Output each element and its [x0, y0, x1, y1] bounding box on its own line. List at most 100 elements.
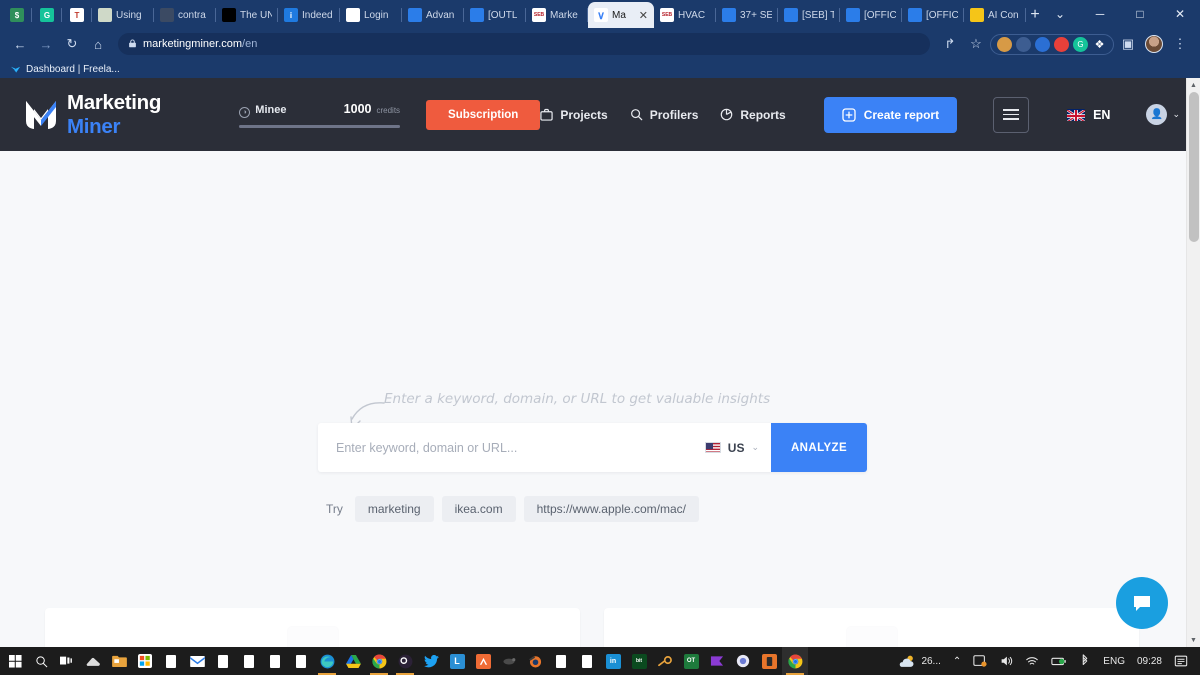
profile-avatar-icon[interactable]	[1142, 32, 1166, 56]
dark-app[interactable]	[496, 647, 522, 675]
search-input[interactable]	[318, 423, 693, 472]
browser-tab[interactable]: $	[2, 2, 32, 28]
edge-browser[interactable]	[314, 647, 340, 675]
try-chip-2[interactable]: https://www.apple.com/mac/	[523, 496, 699, 522]
reports-empty-card[interactable]: You have no reports yet	[45, 608, 580, 647]
browser-tab[interactable]: Using	[92, 2, 154, 28]
close-window-button[interactable]: ✕	[1160, 0, 1200, 28]
chat-widget-button[interactable]	[1116, 577, 1168, 629]
nav-item-projects[interactable]: Projects	[540, 108, 608, 122]
wifi-tray-icon[interactable]	[1019, 647, 1045, 675]
clock[interactable]: 09:28	[1131, 647, 1168, 675]
browser-tab[interactable]: The UN	[216, 2, 278, 28]
browser-tab[interactable]: i Indeed	[278, 2, 340, 28]
chrome-menu-icon[interactable]: ⋮	[1168, 32, 1192, 56]
new-tab-button[interactable]: +	[1030, 2, 1040, 28]
browser-tab[interactable]: [OUTL	[464, 2, 526, 28]
grammarly-extension-icon[interactable]: G	[1073, 36, 1088, 52]
credits-widget[interactable]: ◑ Minee 1000 credits	[239, 102, 401, 128]
browser-tab[interactable]: SEB HVAC	[654, 2, 716, 28]
file-explorer[interactable]	[106, 647, 132, 675]
try-chip-0[interactable]: marketing	[354, 496, 434, 522]
try-chip-1[interactable]: ikea.com	[441, 496, 516, 522]
country-selector[interactable]: US ⌄	[693, 441, 771, 455]
scrollbar-thumb[interactable]	[1189, 92, 1199, 242]
scroll-down-arrow-icon[interactable]: ▼	[1187, 633, 1200, 647]
purple-flag[interactable]	[704, 647, 730, 675]
obs-studio[interactable]	[392, 647, 418, 675]
pinned-eraser[interactable]	[80, 647, 106, 675]
forward-icon[interactable]: →	[34, 32, 58, 56]
browser-tab[interactable]: Login	[340, 2, 402, 28]
analyze-button[interactable]: ANALYZE	[771, 423, 867, 472]
tab-search-button[interactable]: ⌄	[1040, 0, 1080, 28]
linkedin[interactable]: in	[600, 647, 626, 675]
document-5[interactable]	[288, 647, 314, 675]
browser-tab[interactable]: T	[62, 2, 92, 28]
ahrefs[interactable]	[470, 647, 496, 675]
loom[interactable]: L	[444, 647, 470, 675]
projects-empty-card[interactable]: Create your first project	[604, 608, 1139, 647]
bluetooth-tray-icon[interactable]	[1073, 647, 1097, 675]
start-button[interactable]	[2, 647, 28, 675]
side-panel-icon[interactable]: ▣	[1116, 32, 1140, 56]
reload-icon[interactable]: ↻	[60, 32, 84, 56]
browser-tab[interactable]: Advan	[402, 2, 464, 28]
battery-tray-icon[interactable]	[1045, 647, 1073, 675]
maximize-button[interactable]: □	[1120, 0, 1160, 28]
hamburger-icon[interactable]	[993, 96, 1030, 133]
chrome-browser[interactable]	[366, 647, 392, 675]
search-taskbar[interactable]	[28, 647, 54, 675]
puzzle-extensions-icon[interactable]: ❖	[1092, 37, 1107, 52]
document-3[interactable]	[236, 647, 262, 675]
tray-overflow-button[interactable]: ⌃	[947, 647, 967, 675]
back-icon[interactable]: ←	[8, 32, 32, 56]
document-1[interactable]	[158, 647, 184, 675]
bookmark-item[interactable]: Dashboard | Freela...	[10, 64, 120, 75]
ot-app[interactable]: OT	[678, 647, 704, 675]
document-4[interactable]	[262, 647, 288, 675]
browser-tab[interactable]: AI Con	[964, 2, 1026, 28]
home-icon[interactable]: ⌂	[86, 32, 110, 56]
document-2[interactable]	[210, 647, 236, 675]
address-bar[interactable]: marketingminer.com/en	[118, 33, 930, 55]
language-indicator[interactable]: ENG	[1097, 647, 1131, 675]
site-logo[interactable]: Marketing Miner	[24, 91, 181, 139]
nav-item-reports[interactable]: Reports	[720, 108, 786, 122]
browser-tab[interactable]: [OFFIC	[840, 2, 902, 28]
bitwarden[interactable]: bit	[626, 647, 652, 675]
document-7[interactable]	[574, 647, 600, 675]
browser-tab[interactable]: [OFFIC	[902, 2, 964, 28]
onedrive-tray-icon[interactable]	[967, 647, 993, 675]
bookmark-star-icon[interactable]: ☆	[964, 32, 988, 56]
google-drive[interactable]	[340, 647, 366, 675]
cookie-extension-icon[interactable]	[997, 36, 1012, 52]
avast-extension-icon[interactable]	[1054, 36, 1069, 52]
orange-app[interactable]	[756, 647, 782, 675]
weather-widget[interactable]: 26...	[892, 654, 946, 669]
browser-tab[interactable]: G	[32, 2, 62, 28]
language-switcher[interactable]: EN	[1067, 108, 1110, 122]
document-6[interactable]	[548, 647, 574, 675]
store[interactable]	[132, 647, 158, 675]
create-report-button[interactable]: Create report	[823, 96, 958, 133]
mail[interactable]	[184, 647, 210, 675]
browser-tab[interactable]: contra	[154, 2, 216, 28]
browser-tab[interactable]: ∨ Ma ✕	[588, 2, 654, 28]
subscription-button[interactable]: Subscription	[426, 99, 541, 130]
page-scrollbar[interactable]: ▲ ▼	[1186, 78, 1200, 647]
blender[interactable]	[522, 647, 548, 675]
twitter[interactable]	[418, 647, 444, 675]
tab-close-icon[interactable]: ✕	[639, 9, 648, 22]
volume-tray-icon[interactable]	[993, 647, 1019, 675]
scroll-up-arrow-icon[interactable]: ▲	[1187, 78, 1200, 92]
minimize-button[interactable]: ─	[1080, 0, 1120, 28]
chrome-active[interactable]	[782, 647, 808, 675]
circle-app[interactable]	[730, 647, 756, 675]
user-menu[interactable]: 👤 ⌄	[1146, 104, 1180, 125]
browser-tab[interactable]: 37+ SE	[716, 2, 778, 28]
task-view[interactable]	[54, 647, 80, 675]
key-app[interactable]	[652, 647, 678, 675]
share-icon[interactable]: ↱	[938, 32, 962, 56]
nav-item-profilers[interactable]: Profilers	[630, 108, 698, 122]
